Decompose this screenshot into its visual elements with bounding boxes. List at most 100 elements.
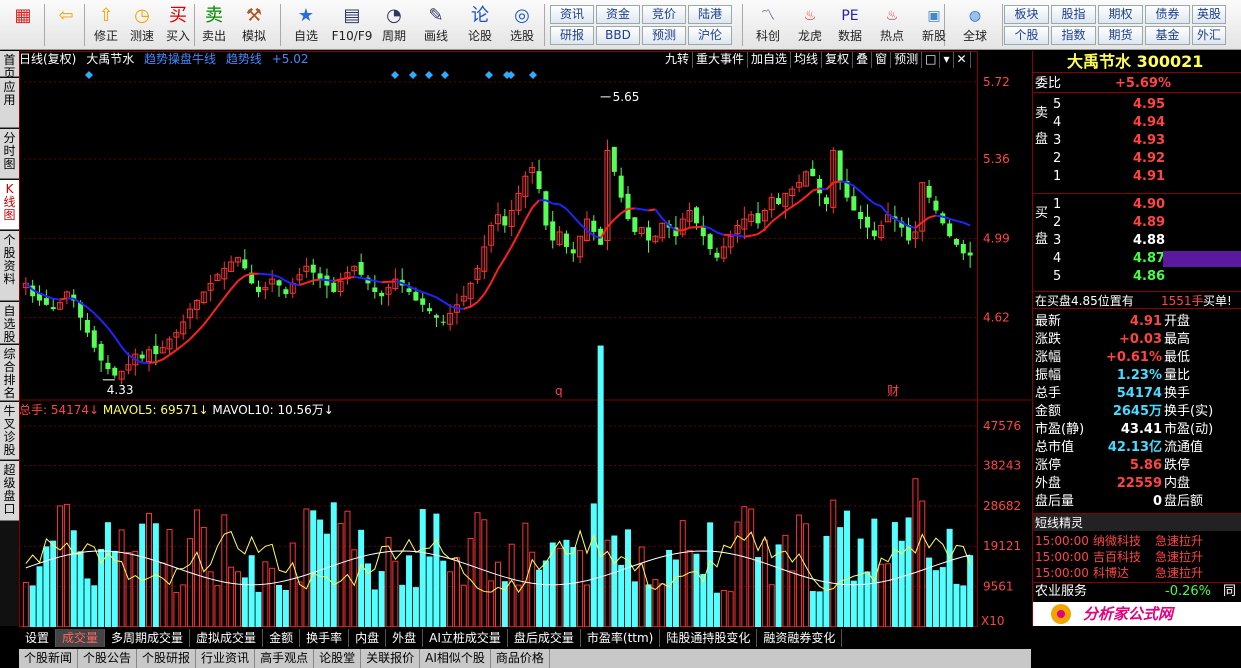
sidebar-item-1[interactable]: 应用 [0,78,19,128]
data-button[interactable]: PE 数据 [830,2,870,48]
bid-row[interactable]: 3 4.88 [1033,232,1241,250]
market-button-1-2[interactable]: 期货 [1098,26,1143,45]
watchlist-button[interactable]: ★ 自选 [284,2,328,48]
discuss-button[interactable]: 论论股 [462,2,498,48]
speedtest-button[interactable]: ◷ 测速 [124,2,160,48]
grid-button[interactable]: ▦ [3,2,43,48]
sidebar-item-8[interactable]: 超级盘口 [0,461,19,521]
indicator-tab-3[interactable]: 虚拟成交量 [190,629,264,647]
stock-tab-8[interactable]: 商品价格 [491,649,550,668]
ask-row[interactable]: 3 4.93 [1033,132,1241,150]
close-icon[interactable]: ✕ [953,52,971,68]
small-button-1-3[interactable]: 沪伦 [688,26,732,45]
ask-row[interactable]: 2 4.92 [1033,150,1241,168]
chart-tool-6[interactable]: 窗 [872,52,892,68]
market-button-0-1[interactable]: 股指 [1051,5,1096,24]
global-button[interactable]: ◍ 全球 [950,2,1000,48]
indicator-tab-12[interactable]: 融资融券变化 [757,629,843,647]
indicator-tab-8[interactable]: AI立桩成交量 [423,629,508,647]
fix-button[interactable]: ⇧ 修正 [88,2,124,48]
event-marker-q[interactable]: q [555,384,563,398]
indicator-tab-7[interactable]: 外盘 [386,629,424,647]
simulate-button[interactable]: ⚒ 模拟 [234,2,274,48]
chart-area[interactable]: 5.72 5.36 4.99 4.62 47576 38243 28682 19121 9561… [19,51,1031,628]
indicator-tab-5[interactable]: 换手率 [300,629,350,647]
small-button-0-0[interactable]: 资讯 [550,5,594,24]
indicator-tab-2[interactable]: 多周期成交量 [105,629,191,647]
market-button-0-4[interactable]: 英股 [1192,5,1226,24]
ask-row[interactable]: 5 4.95 [1033,96,1241,114]
indicator-1[interactable]: 趋势操盘牛线 [144,52,216,66]
window-icon[interactable]: □ [922,52,941,68]
market-button-1-0[interactable]: 个股 [1004,26,1049,45]
ask-row[interactable]: 1 4.91 [1033,168,1241,186]
stock-tab-5[interactable]: 论股堂 [314,649,362,668]
market-button-0-0[interactable]: 板块 [1004,5,1049,24]
sell-button[interactable]: 卖卖出 [196,2,232,48]
elf-item[interactable]: 15:00:00 科博达 急速拉升 [1033,565,1241,581]
period-button[interactable]: ◔ 周期 [374,2,414,48]
stock-tab-1[interactable]: 个股公告 [78,649,138,668]
stock-tab-2[interactable]: 个股研报 [137,649,197,668]
small-button-1-2[interactable]: 预测 [642,26,686,45]
small-button-1-1[interactable]: BBD [596,26,640,45]
indicator-tab-11[interactable]: 陆股通持股变化 [660,629,758,647]
indicator-tab-4[interactable]: 金额 [263,629,301,647]
chart-tool-0[interactable]: 九转 [662,52,694,68]
stock-tab-6[interactable]: 关联报价 [361,649,421,668]
stock-tab-0[interactable]: 个股新闻 [19,649,79,668]
indicator-tab-1[interactable]: 成交量 [56,629,106,647]
market-button-0-2[interactable]: 期权 [1098,5,1143,24]
sidebar-item-5[interactable]: 自选股 [0,302,19,344]
small-button-0-3[interactable]: 陆港 [688,5,732,24]
f10-button[interactable]: ▤ F10/F9 [330,2,374,48]
back-button[interactable]: ⇦ [48,2,84,48]
chart-tool-4[interactable]: 复权 [822,52,854,68]
event-marker-cai[interactable]: 财 [887,384,899,398]
market-button-1-1[interactable]: 指数 [1051,26,1096,45]
bid-row[interactable]: 1 4.90 [1033,196,1241,214]
sidebar-item-7[interactable]: 牛叉诊股 [0,402,19,460]
sidebar-item-6[interactable]: 综合排名 [0,345,19,401]
buy-button[interactable]: 买买入 [160,2,196,48]
small-button-0-2[interactable]: 竞价 [642,5,686,24]
indicator-tab-9[interactable]: 盘后成交量 [508,629,581,647]
indicator-tab-0[interactable]: 设置 [19,629,57,647]
stockpick-button[interactable]: ◎ 选股 [500,2,544,48]
chart-tool-2[interactable]: 加自选 [748,52,792,68]
indicator-tab-6[interactable]: 内盘 [349,629,387,647]
stock-tab-7[interactable]: AI相似个股 [420,649,491,668]
elf-item[interactable]: 15:00:00 吉百科技 急速拉升 [1033,549,1241,565]
hot-button[interactable]: ♨ 热点 [872,2,912,48]
stock-tab-4[interactable]: 高手观点 [255,649,315,668]
kline-chart[interactable]: 5.72 5.36 4.99 4.62 47576 38243 28682 19121 9561… [19,51,1031,628]
ipo-button[interactable]: ▣ 新股 [914,2,954,48]
industry-name[interactable]: 农业服务 [1035,583,1087,601]
chart-tool-3[interactable]: 均线 [791,52,823,68]
small-button-0-1[interactable]: 资金 [596,5,640,24]
market-button-0-3[interactable]: 债券 [1145,5,1190,24]
market-button-1-4[interactable]: 外汇 [1192,26,1226,45]
sidebar-item-0[interactable]: 首页 [0,51,19,80]
sidebar-item-3[interactable]: K线图 [0,180,19,230]
sidebar-item-4[interactable]: 个股资料 [0,231,19,301]
drawline-button[interactable]: ✎ 画线 [414,2,458,48]
sidebar-item-2[interactable]: 分时图 [0,129,19,179]
small-button-1-0[interactable]: 研报 [550,26,594,45]
ask-row[interactable]: 4 4.94 [1033,114,1241,132]
market-button-1-3[interactable]: 基金 [1145,26,1190,45]
bid-row[interactable]: 5 4.86 [1033,268,1241,286]
stock-tab-3[interactable]: 行业资讯 [196,649,256,668]
indicator-tab-10[interactable]: 市盈率(ttm) [581,629,661,647]
bid-row[interactable]: 4 4.87 [1033,250,1241,268]
chart-tool-7[interactable]: 预测 [891,52,923,68]
indicator-2[interactable]: 趋势线 [226,52,262,66]
elf-item[interactable]: 15:00:00 纳微科技 急速拉升 [1033,533,1241,549]
chart-tool-1[interactable]: 重大事件 [693,52,749,68]
elf-title[interactable]: 短线精灵 [1035,514,1083,532]
bid-row[interactable]: 2 4.89 [1033,214,1241,232]
dragon-tiger-button[interactable]: ♨ 龙虎 [790,2,830,48]
dropdown-icon[interactable]: ▾ [940,52,954,68]
chart-tool-5[interactable]: 叠 [853,52,873,68]
star-market-button[interactable]: 〽科创 [748,2,788,48]
